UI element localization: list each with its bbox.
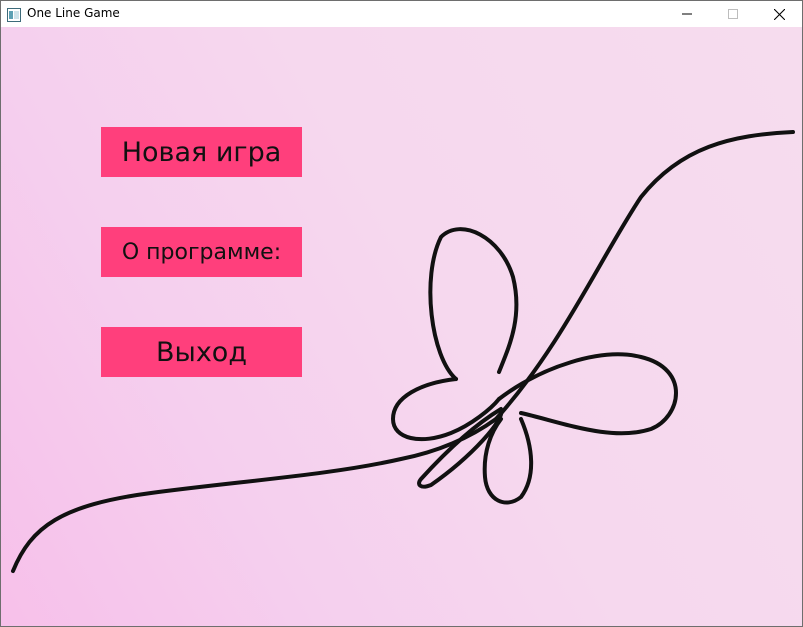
minimize-icon bbox=[682, 13, 692, 15]
minimize-button[interactable] bbox=[664, 1, 710, 27]
maximize-button[interactable] bbox=[710, 1, 756, 27]
window-title: One Line Game bbox=[27, 6, 120, 20]
new-game-button[interactable]: Новая игра bbox=[101, 127, 302, 177]
close-icon bbox=[773, 8, 785, 20]
title-bar[interactable]: One Line Game bbox=[1, 1, 802, 27]
game-menu-area: Новая игра О программе: Выход bbox=[1, 27, 802, 626]
window-icon bbox=[7, 7, 21, 22]
app-window: One Line Game Новая игра О программе: Вы… bbox=[0, 0, 803, 627]
about-button[interactable]: О программе: bbox=[101, 227, 302, 277]
close-button[interactable] bbox=[756, 1, 802, 27]
maximize-icon bbox=[728, 9, 738, 19]
exit-button[interactable]: Выход bbox=[101, 327, 302, 377]
